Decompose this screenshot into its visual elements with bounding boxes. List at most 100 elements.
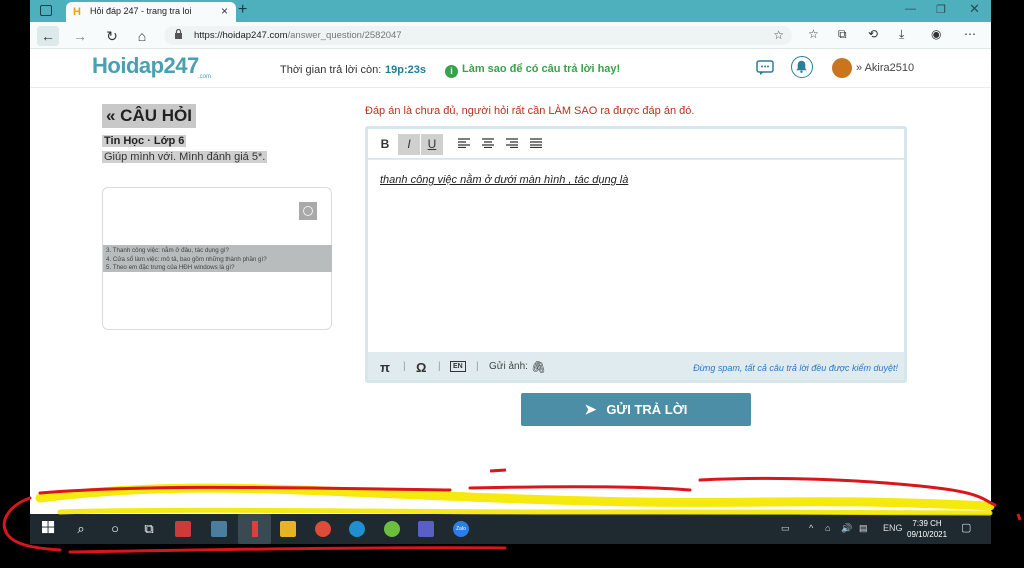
answer-tip-link[interactable]: i Làm sao để có câu trả lời hay!: [445, 63, 620, 78]
send-icon: ➤: [584, 401, 597, 417]
user-menu[interactable]: » Akira2510: [856, 62, 914, 74]
download-icon[interactable]: ⤓: [899, 27, 904, 42]
notification-center-icon[interactable]: ▢: [961, 521, 971, 534]
language-indicator[interactable]: ENG: [883, 523, 903, 533]
question-text: Giúp mình với. Mình đánh giá 5*.: [102, 151, 268, 163]
align-left-icon[interactable]: [453, 134, 475, 155]
separator: |: [403, 361, 406, 372]
close-tab-icon[interactable]: ×: [221, 4, 228, 18]
language-keyboard-icon[interactable]: EN: [450, 361, 466, 372]
url-host: https://hoidap247.com: [194, 30, 288, 41]
chat-icon[interactable]: [756, 60, 774, 76]
italic-button[interactable]: I: [398, 134, 420, 155]
teams-icon[interactable]: [418, 521, 434, 537]
image-line: 5. Theo em đặc trưng của HĐH windows là …: [106, 264, 235, 271]
align-center-icon[interactable]: [477, 134, 499, 155]
more-menu-icon[interactable]: ⋯: [964, 27, 976, 41]
answer-editor: B I U thanh công việc nằm ở dưới màn hìn…: [365, 126, 907, 383]
browser-window: H Hỏi đáp 247 - trang tra loi × + — ❐ ✕ …: [30, 0, 991, 568]
tab-title: Hỏi đáp 247 - trang tra loi: [90, 6, 192, 16]
notification-bell-icon[interactable]: [791, 56, 813, 78]
forward-icon[interactable]: →: [69, 26, 91, 46]
question-image-snippet: 3. Thanh công việc: nằm ở đâu, tác dụng …: [103, 245, 332, 272]
align-right-icon[interactable]: [501, 134, 523, 155]
home-icon[interactable]: ⌂: [131, 26, 153, 46]
user-avatar[interactable]: [832, 58, 852, 78]
editor-footer: π | Ω | EN | Gửi ảnh: 🖇 Đừng spam, tất c…: [368, 355, 904, 380]
username-label: Akira2510: [864, 62, 915, 74]
file-explorer-icon[interactable]: [280, 521, 296, 537]
url-path: /answer_question/2582047: [287, 30, 402, 41]
separator: |: [476, 361, 479, 372]
separator: |: [438, 361, 441, 372]
history-icon[interactable]: ⟲: [868, 27, 878, 41]
answer-warning: Đáp án là chưa đủ, người hỏi rất cần LÀM…: [365, 105, 695, 117]
submit-answer-label: GỬI TRẢ LỜI: [606, 402, 688, 417]
window-menu-icon[interactable]: [40, 5, 52, 16]
address-bar: ← → ↻ ⌂ https://hoidap247.com/answer_que…: [30, 22, 991, 49]
windows-start-icon[interactable]: [40, 521, 56, 537]
screen-right-edge: [991, 0, 1024, 568]
image-line: 4. Cửa sổ làm việc: mô tả, bao gồm những…: [106, 255, 267, 263]
site-logo[interactable]: Hoidap247: [92, 53, 199, 79]
close-window-icon[interactable]: ✕: [969, 1, 980, 17]
back-icon[interactable]: ←: [37, 26, 59, 46]
site-favicon-icon: H: [73, 6, 81, 18]
answer-tip-label: Làm sao để có câu trả lời hay!: [462, 63, 621, 75]
rotate-image-icon[interactable]: [299, 202, 317, 220]
editor-toolbar: B I U: [368, 129, 904, 159]
answer-content: thanh công việc nằm ở dưới màn hình , tá…: [380, 174, 629, 186]
info-icon: i: [445, 65, 458, 78]
bold-button[interactable]: B: [374, 134, 396, 155]
question-subject: Tin Học · Lớp 6: [102, 135, 187, 147]
site-header: Hoidap247 .com Thời gian trả lời còn: 19…: [30, 50, 991, 88]
screen-bottom-edge: [30, 544, 991, 568]
question-image[interactable]: 3. Thanh công việc: nằm ở đâu, tác dụng …: [102, 187, 332, 330]
minimize-icon[interactable]: —: [905, 3, 916, 15]
favorite-star-icon[interactable]: ☆: [773, 28, 784, 42]
cortana-icon[interactable]: ○: [107, 521, 123, 537]
chevron-up-icon[interactable]: ^: [809, 523, 813, 533]
reload-icon[interactable]: ↻: [101, 26, 123, 46]
answer-text-area[interactable]: thanh công việc nằm ở dưới màn hình , tá…: [368, 160, 904, 352]
math-pi-icon[interactable]: π: [380, 360, 390, 375]
clock-date: 09/10/2021: [907, 530, 948, 539]
volume-icon[interactable]: 🔊: [841, 523, 852, 534]
app-icon[interactable]: [384, 521, 400, 537]
keyboard-icon[interactable]: ▭: [781, 523, 790, 534]
image-line: 3. Thanh công việc: nằm ở đâu, tác dụng …: [106, 247, 229, 254]
calculator-icon[interactable]: [211, 521, 227, 537]
chrome-icon[interactable]: [315, 521, 331, 537]
touch-keyboard-icon[interactable]: ▤: [859, 523, 868, 534]
url-field[interactable]: https://hoidap247.com/answer_question/25…: [164, 26, 792, 45]
align-justify-icon[interactable]: [525, 134, 547, 155]
new-tab-icon[interactable]: +: [238, 1, 247, 19]
active-app-icon[interactable]: [238, 514, 271, 544]
underline-button[interactable]: U: [421, 134, 443, 155]
paperclip-icon[interactable]: 🖇: [531, 360, 546, 374]
spam-note: Đừng spam, tất cả câu trả lời đều được k…: [693, 363, 898, 373]
collections-icon[interactable]: ⧉: [838, 27, 847, 42]
search-icon[interactable]: ⌕: [73, 521, 89, 537]
zalo-icon[interactable]: Zalo: [453, 521, 469, 537]
app-icon[interactable]: [175, 521, 191, 537]
clock[interactable]: 7:39 CH 09/10/2021: [907, 518, 947, 540]
timer-label: Thời gian trả lời còn:: [280, 64, 382, 76]
task-view-icon[interactable]: ⧉: [141, 521, 157, 537]
question-heading[interactable]: « CÂU HỎI: [102, 104, 196, 128]
submit-answer-button[interactable]: ➤ GỬI TRẢ LỜI: [521, 393, 751, 426]
site-logo-sub: .com: [198, 74, 212, 80]
edge-icon[interactable]: [349, 521, 365, 537]
screen-left-edge: [0, 0, 30, 568]
lock-icon: [175, 29, 182, 39]
clock-time: 7:39 CH: [912, 519, 942, 528]
tab-bar: H Hỏi đáp 247 - trang tra loi × + — ❐ ✕: [30, 0, 991, 22]
special-char-omega-icon[interactable]: Ω: [416, 360, 426, 375]
profile-icon[interactable]: ◉: [931, 27, 941, 41]
restore-icon[interactable]: ❐: [936, 3, 946, 16]
network-icon[interactable]: ⌂: [825, 523, 830, 533]
favorites-icon[interactable]: ☆: [808, 27, 819, 41]
browser-tab[interactable]: H Hỏi đáp 247 - trang tra loi ×: [66, 2, 236, 22]
windows-taskbar: ⌕ ○ ⧉ Zalo ▭ ^ ⌂ 🔊 ▤ ENG 7:39 CH 09/10/2…: [30, 514, 991, 544]
timer-value: 19p:23s: [385, 64, 426, 76]
